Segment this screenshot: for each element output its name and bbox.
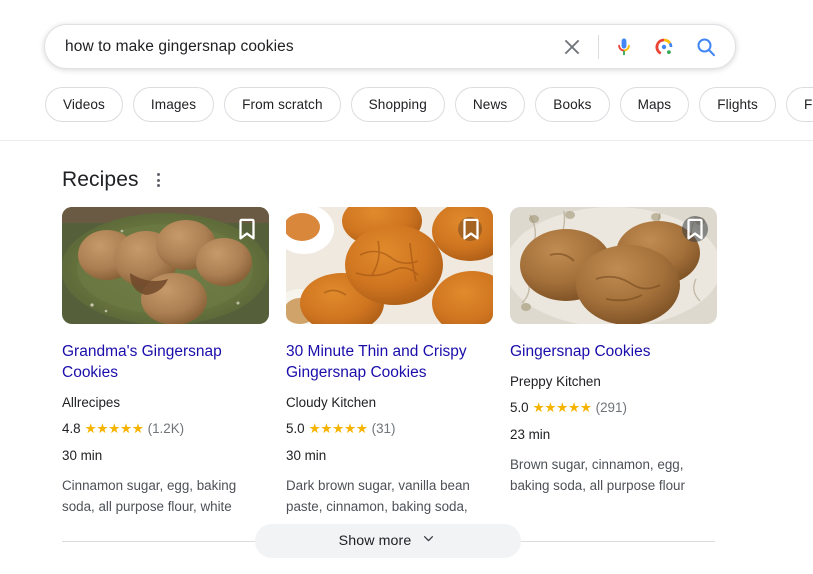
microphone-icon[interactable] [611,34,637,60]
star-rating-icon: ★★★★★ [84,421,144,436]
chip-images[interactable]: Images [132,87,215,122]
header-divider [0,140,813,141]
recipe-rating: 4.8 ★★★★★ (1.2K) [62,420,269,438]
search-icon[interactable] [693,34,719,60]
recipe-card[interactable]: Gingersnap Cookies Preppy Kitchen 5.0 ★★… [510,207,717,517]
bookmark-icon[interactable] [682,216,708,242]
page-title: Recipes [62,168,139,191]
search-bar-actions [558,25,735,68]
chevron-down-icon [420,530,437,552]
chip-label: Images [150,97,197,112]
search-filter-chips: Videos Images From scratch Shopping News… [45,87,813,122]
chip-label: Videos [63,97,105,112]
recipe-rating: 5.0 ★★★★★ (31) [286,420,493,438]
show-more-button[interactable]: Show more [255,524,521,558]
chip-label: Flights [717,97,758,112]
recipe-source: Cloudy Kitchen [286,395,377,410]
rating-value: 5.0 [510,400,529,415]
chip-books[interactable]: Books [535,87,610,122]
recipe-cook-time: 30 min [286,448,327,463]
show-more-label: Show more [338,533,412,549]
recipe-source: Allrecipes [62,395,121,410]
review-count: (31) [371,421,396,436]
search-input[interactable]: how to make gingersnap cookies [45,37,558,57]
recipe-thumbnail[interactable] [510,207,717,324]
show-more-row: Show more [0,524,813,558]
google-lens-icon[interactable] [651,34,677,60]
search-results-page: how to make gingersnap cookies Videos Im… [0,0,813,574]
recipes-section-header: Recipes [62,168,166,192]
rating-value: 5.0 [286,421,305,436]
chip-finance[interactable]: Finance [785,87,813,122]
chip-label: From scratch [242,97,323,112]
recipe-cook-time: 30 min [62,448,103,463]
chip-label: Shopping [368,97,427,112]
more-options-icon[interactable] [151,169,166,191]
star-rating-icon: ★★★★★ [308,421,368,436]
rating-value: 4.8 [62,421,81,436]
chip-label: Maps [637,97,672,112]
recipe-card[interactable]: 30 Minute Thin and Crispy Gingersnap Coo… [286,207,493,517]
recipe-ingredients: Cinnamon sugar, egg, baking soda, all pu… [62,478,237,514]
chip-flights[interactable]: Flights [699,87,776,122]
chip-shopping[interactable]: Shopping [350,87,445,122]
star-rating-icon: ★★★★★ [532,400,592,415]
recipe-card[interactable]: Grandma's Gingersnap Cookies Allrecipes … [62,207,269,517]
chip-label: Finance [803,97,813,112]
chip-label: Books [553,97,592,112]
recipe-thumbnail[interactable] [286,207,493,324]
search-bar[interactable]: how to make gingersnap cookies [44,24,736,69]
recipe-rating: 5.0 ★★★★★ (291) [510,399,717,417]
review-count: (1.2K) [147,421,185,436]
recipe-card-list: Grandma's Gingersnap Cookies Allrecipes … [62,207,717,517]
close-icon[interactable] [558,33,586,61]
recipe-ingredients: Brown sugar, cinnamon, egg, baking soda,… [510,457,685,493]
review-count: (291) [595,400,627,415]
recipe-title[interactable]: 30 Minute Thin and Crispy Gingersnap Coo… [286,341,493,383]
recipe-ingredients: Dark brown sugar, vanilla bean paste, ci… [286,478,470,514]
bookmark-icon[interactable] [234,216,260,242]
bookmark-icon[interactable] [458,216,484,242]
recipe-title[interactable]: Gingersnap Cookies [510,341,717,362]
chip-maps[interactable]: Maps [619,87,690,122]
divider-right [521,541,715,542]
recipe-thumbnail[interactable] [62,207,269,324]
search-bar-divider [598,34,599,59]
chip-label: News [472,97,508,112]
divider-left [62,541,255,542]
chip-from-scratch[interactable]: From scratch [224,87,341,122]
recipe-title[interactable]: Grandma's Gingersnap Cookies [62,341,269,383]
recipe-source: Preppy Kitchen [510,374,601,389]
recipe-cook-time: 23 min [510,427,551,442]
chip-news[interactable]: News [454,87,526,122]
chip-videos[interactable]: Videos [45,87,123,122]
